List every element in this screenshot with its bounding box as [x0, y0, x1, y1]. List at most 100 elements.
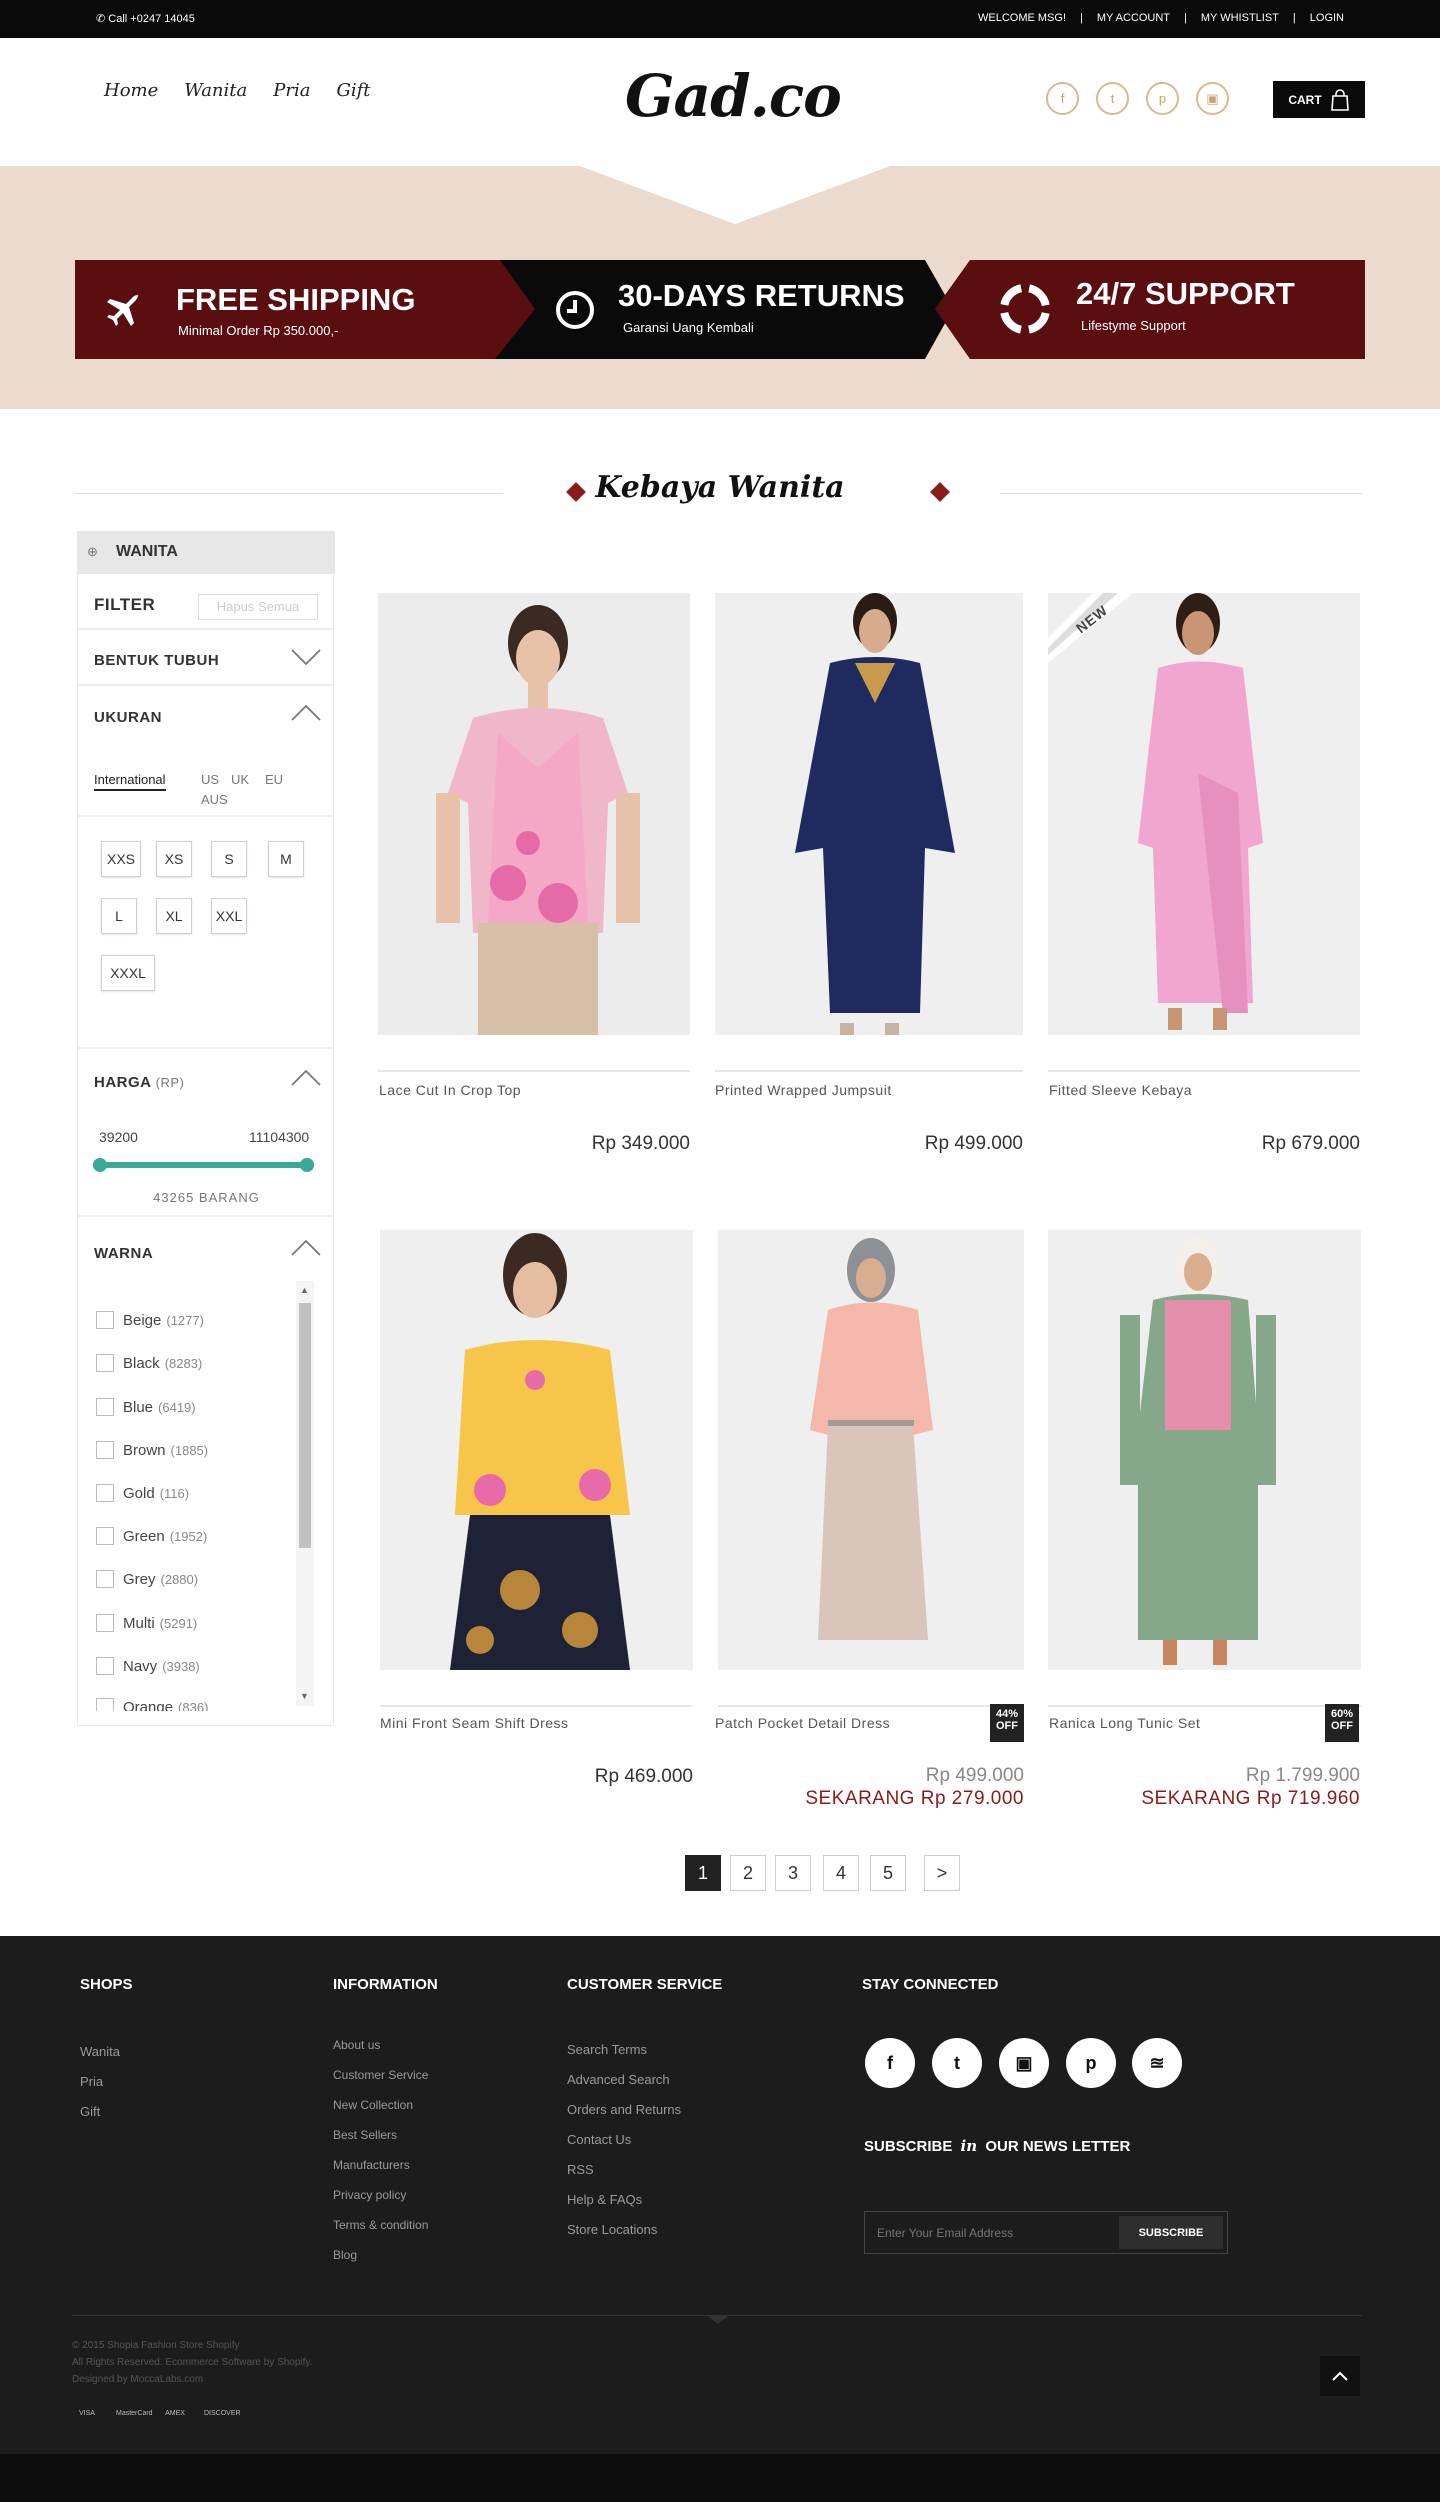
page-2[interactable]: 2: [730, 1855, 766, 1891]
product-image[interactable]: [718, 1230, 1024, 1670]
color-option[interactable]: Multi (5291): [96, 1611, 197, 1635]
size-xxs[interactable]: XXS: [101, 841, 141, 877]
footer-link[interactable]: Orders and Returns: [567, 2102, 681, 2117]
nav-home[interactable]: Home: [104, 80, 158, 101]
logo[interactable]: Gad.co: [625, 62, 842, 130]
footer-link[interactable]: New Collection: [333, 2098, 413, 2112]
footer-link[interactable]: Blog: [333, 2248, 357, 2262]
footer-link[interactable]: Contact Us: [567, 2132, 631, 2147]
scrollbar-thumb[interactable]: [299, 1303, 311, 1548]
size-l[interactable]: L: [101, 898, 137, 934]
back-to-top-button[interactable]: [1320, 2356, 1360, 2396]
chevron-up-icon[interactable]: [291, 1239, 321, 1257]
product-name[interactable]: Patch Pocket Detail Dress: [715, 1715, 890, 1731]
twitter-icon[interactable]: t: [932, 2038, 982, 2088]
footer-link[interactable]: About us: [333, 2038, 380, 2052]
size-xs[interactable]: XS: [156, 841, 192, 877]
email-input[interactable]: [877, 2221, 1107, 2245]
footer-link[interactable]: Help & FAQs: [567, 2192, 642, 2207]
product-name[interactable]: Mini Front Seam Shift Dress: [380, 1715, 569, 1731]
chevron-up-icon[interactable]: [291, 1069, 321, 1087]
product-name[interactable]: Fitted Sleeve Kebaya: [1049, 1082, 1192, 1098]
color-option[interactable]: Grey (2880): [96, 1567, 198, 1591]
page-5[interactable]: 5: [870, 1855, 906, 1891]
size-tab-eu[interactable]: EU: [265, 772, 283, 787]
footer-link[interactable]: Best Sellers: [333, 2128, 397, 2142]
product-name[interactable]: Ranica Long Tunic Set: [1049, 1715, 1200, 1731]
checkbox[interactable]: [96, 1484, 114, 1502]
nav-pria[interactable]: Pria: [273, 80, 310, 101]
footer-link[interactable]: Customer Service: [333, 2068, 428, 2082]
scroll-down-icon[interactable]: ▼: [300, 1691, 309, 1701]
price-handle-min[interactable]: [93, 1158, 107, 1172]
product-image[interactable]: NEW: [1048, 593, 1360, 1035]
footer-link[interactable]: RSS: [567, 2162, 594, 2177]
size-m[interactable]: M: [268, 841, 304, 877]
rss-icon[interactable]: ≊: [1132, 2038, 1182, 2088]
instagram-icon[interactable]: ▣: [999, 2038, 1049, 2088]
size-s[interactable]: S: [211, 841, 247, 877]
facebook-icon[interactable]: f: [865, 2038, 915, 2088]
pinterest-icon[interactable]: p: [1066, 2038, 1116, 2088]
nav-gift[interactable]: Gift: [336, 80, 370, 101]
color-option[interactable]: Orange (836): [96, 1695, 208, 1711]
pinterest-icon[interactable]: p: [1146, 82, 1179, 115]
checkbox[interactable]: [96, 1698, 114, 1711]
facebook-icon[interactable]: f: [1046, 82, 1079, 115]
scroll-up-icon[interactable]: ▲: [300, 1285, 309, 1295]
footer-link[interactable]: Manufacturers: [333, 2158, 410, 2172]
footer-link[interactable]: Advanced Search: [567, 2072, 670, 2087]
price-handle-max[interactable]: [300, 1158, 314, 1172]
footer-link[interactable]: Wanita: [80, 2044, 120, 2059]
checkbox[interactable]: [96, 1398, 114, 1416]
checkbox[interactable]: [96, 1614, 114, 1632]
twitter-icon[interactable]: t: [1096, 82, 1129, 115]
product-image[interactable]: [715, 593, 1023, 1035]
size-xxl[interactable]: XXL: [211, 898, 247, 934]
cart-button[interactable]: CART: [1273, 81, 1365, 118]
size-tab-aus[interactable]: AUS: [201, 792, 228, 807]
product-image[interactable]: [378, 593, 690, 1035]
footer-link[interactable]: Privacy policy: [333, 2188, 406, 2202]
checkbox[interactable]: [96, 1311, 114, 1329]
color-option[interactable]: Beige (1277): [96, 1308, 204, 1332]
my-account-link[interactable]: MY ACCOUNT: [1097, 12, 1170, 24]
checkbox[interactable]: [96, 1354, 114, 1372]
footer-link[interactable]: Store Locations: [567, 2222, 657, 2237]
page-4[interactable]: 4: [823, 1855, 859, 1891]
checkbox[interactable]: [96, 1570, 114, 1588]
clear-all-button[interactable]: Hapus Semua: [198, 594, 318, 620]
page-1[interactable]: 1: [685, 1855, 721, 1891]
size-tab-international[interactable]: International: [94, 772, 166, 791]
color-option[interactable]: Gold (116): [96, 1481, 189, 1505]
color-option[interactable]: Blue (6419): [96, 1395, 196, 1419]
chevron-up-icon[interactable]: [291, 704, 321, 722]
color-option[interactable]: Green (1952): [96, 1524, 207, 1548]
footer-link[interactable]: Search Terms: [567, 2042, 647, 2057]
chevron-down-icon[interactable]: [291, 648, 321, 666]
checkbox[interactable]: [96, 1527, 114, 1545]
product-image[interactable]: [1048, 1230, 1361, 1670]
footer-link[interactable]: Pria: [80, 2074, 103, 2089]
footer-link[interactable]: Gift: [80, 2104, 100, 2119]
category-header[interactable]: ⊕ WANITA: [78, 531, 335, 574]
checkbox[interactable]: [96, 1441, 114, 1459]
size-tab-uk[interactable]: UK: [231, 772, 249, 787]
size-tab-us[interactable]: US: [201, 772, 219, 787]
checkbox[interactable]: [96, 1657, 114, 1675]
color-option[interactable]: Black (8283): [96, 1351, 202, 1375]
nav-wanita[interactable]: Wanita: [184, 80, 247, 101]
instagram-icon[interactable]: ▣: [1196, 82, 1229, 115]
next-page-button[interactable]: >: [924, 1855, 960, 1891]
body-shape-section[interactable]: BENTUK TUBUH: [78, 630, 335, 686]
subscribe-button[interactable]: SUBSCRIBE: [1119, 2216, 1223, 2249]
product-name[interactable]: Printed Wrapped Jumpsuit: [715, 1082, 892, 1098]
product-name[interactable]: Lace Cut In Crop Top: [379, 1082, 521, 1098]
footer-link[interactable]: Terms & condition: [333, 2218, 428, 2232]
size-xxxl[interactable]: XXXL: [101, 955, 155, 991]
login-link[interactable]: LOGIN: [1310, 12, 1344, 24]
color-option[interactable]: Brown (1885): [96, 1438, 208, 1462]
page-3[interactable]: 3: [775, 1855, 811, 1891]
product-image[interactable]: [380, 1230, 693, 1670]
size-xl[interactable]: XL: [156, 898, 192, 934]
